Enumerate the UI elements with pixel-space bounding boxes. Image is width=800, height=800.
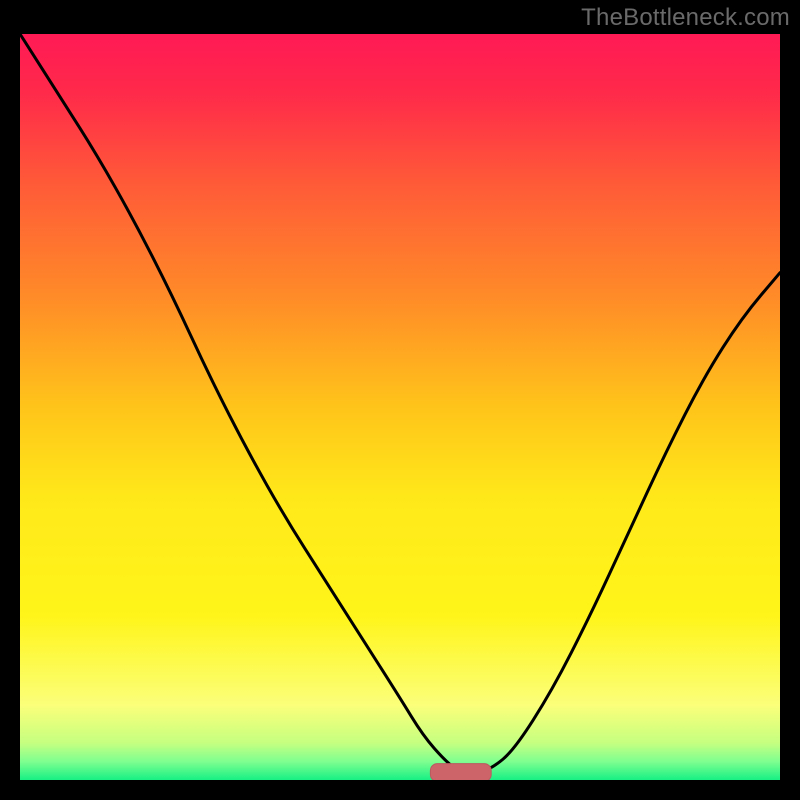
bottleneck-chart — [20, 34, 780, 780]
plot-area — [20, 34, 780, 780]
watermark-text: TheBottleneck.com — [581, 4, 790, 32]
gradient-background — [20, 34, 780, 780]
optimal-marker — [430, 764, 491, 780]
chart-frame: TheBottleneck.com — [0, 0, 800, 800]
